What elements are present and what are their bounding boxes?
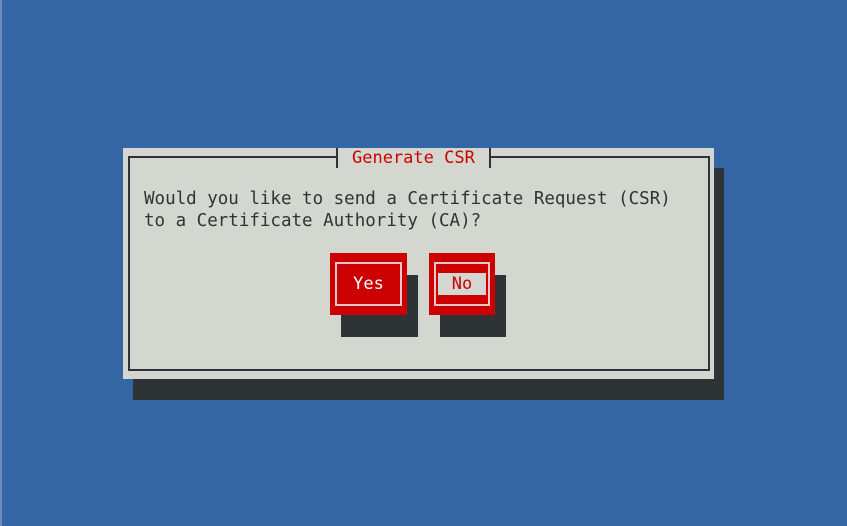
csr-dialog	[123, 148, 714, 379]
message-line-2: to a Certificate Authority (CA)?	[144, 211, 482, 231]
dialog-title: Generate CSR	[336, 148, 491, 168]
no-button-label: No	[438, 273, 486, 295]
dialog-message: Would you like to send a Certificate Req…	[144, 188, 671, 232]
no-button[interactable]: No	[429, 253, 495, 315]
yes-button-label: Yes	[335, 262, 402, 306]
screen-edge	[0, 0, 2, 526]
message-line-1: Would you like to send a Certificate Req…	[144, 189, 671, 209]
yes-button[interactable]: Yes	[330, 253, 407, 315]
